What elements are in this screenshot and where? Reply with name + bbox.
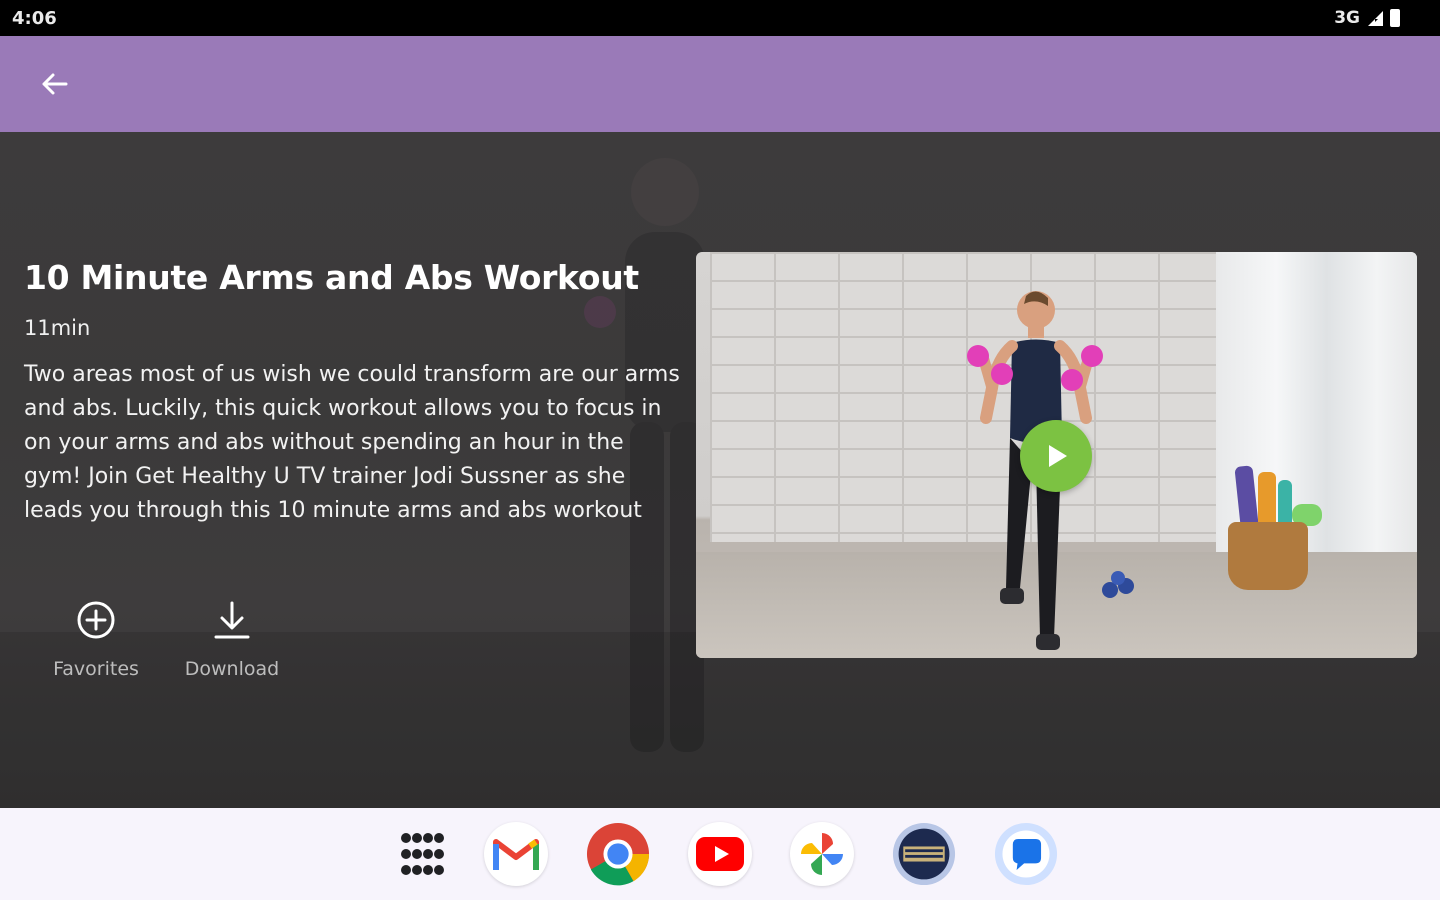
- download-icon: [214, 601, 250, 639]
- basket: [1228, 522, 1308, 590]
- news-app-icon: [892, 822, 956, 886]
- chrome-app[interactable]: [586, 822, 650, 886]
- add-circle-icon: [77, 601, 115, 639]
- play-button[interactable]: [1020, 420, 1092, 492]
- photos-app[interactable]: [790, 822, 854, 886]
- status-bar: 4:06 3G: [0, 0, 1440, 36]
- favorites-button[interactable]: Favorites: [44, 598, 148, 680]
- play-icon: [1049, 445, 1067, 467]
- download-label: Download: [184, 658, 280, 680]
- gmail-icon: [493, 839, 539, 870]
- brick-wall: [710, 252, 1220, 542]
- taskbar: [0, 808, 1440, 900]
- back-button[interactable]: [30, 64, 78, 104]
- chrome-icon: [586, 822, 650, 886]
- youtube-app[interactable]: [688, 822, 752, 886]
- messages-app[interactable]: [994, 822, 1058, 886]
- workout-duration: 11min: [24, 316, 91, 340]
- gmail-app[interactable]: [484, 822, 548, 886]
- network-type: 3G: [1334, 8, 1360, 28]
- battery-icon: [1390, 9, 1400, 27]
- app-grid-icon: [401, 833, 444, 875]
- download-button[interactable]: Download: [172, 598, 292, 680]
- status-indicators: 3G: [1334, 8, 1400, 28]
- dumbbells: [1102, 571, 1134, 598]
- news-app[interactable]: [892, 822, 956, 886]
- status-time: 4:06: [12, 8, 57, 29]
- video-thumbnail[interactable]: [696, 252, 1417, 658]
- favorites-label: Favorites: [53, 658, 139, 680]
- messages-icon: [994, 822, 1058, 886]
- workout-description: Two areas most of us wish we could trans…: [24, 362, 680, 523]
- workout-detail: 10 Minute Arms and Abs Workout 11min Two…: [0, 132, 1440, 808]
- app-drawer-button[interactable]: [390, 822, 454, 886]
- workout-title: 10 Minute Arms and Abs Workout: [24, 258, 639, 297]
- signal-icon: [1368, 11, 1383, 26]
- arrow-back-icon: [42, 73, 68, 95]
- photos-icon: [801, 833, 843, 875]
- youtube-icon: [696, 837, 744, 871]
- app-bar: [0, 36, 1440, 132]
